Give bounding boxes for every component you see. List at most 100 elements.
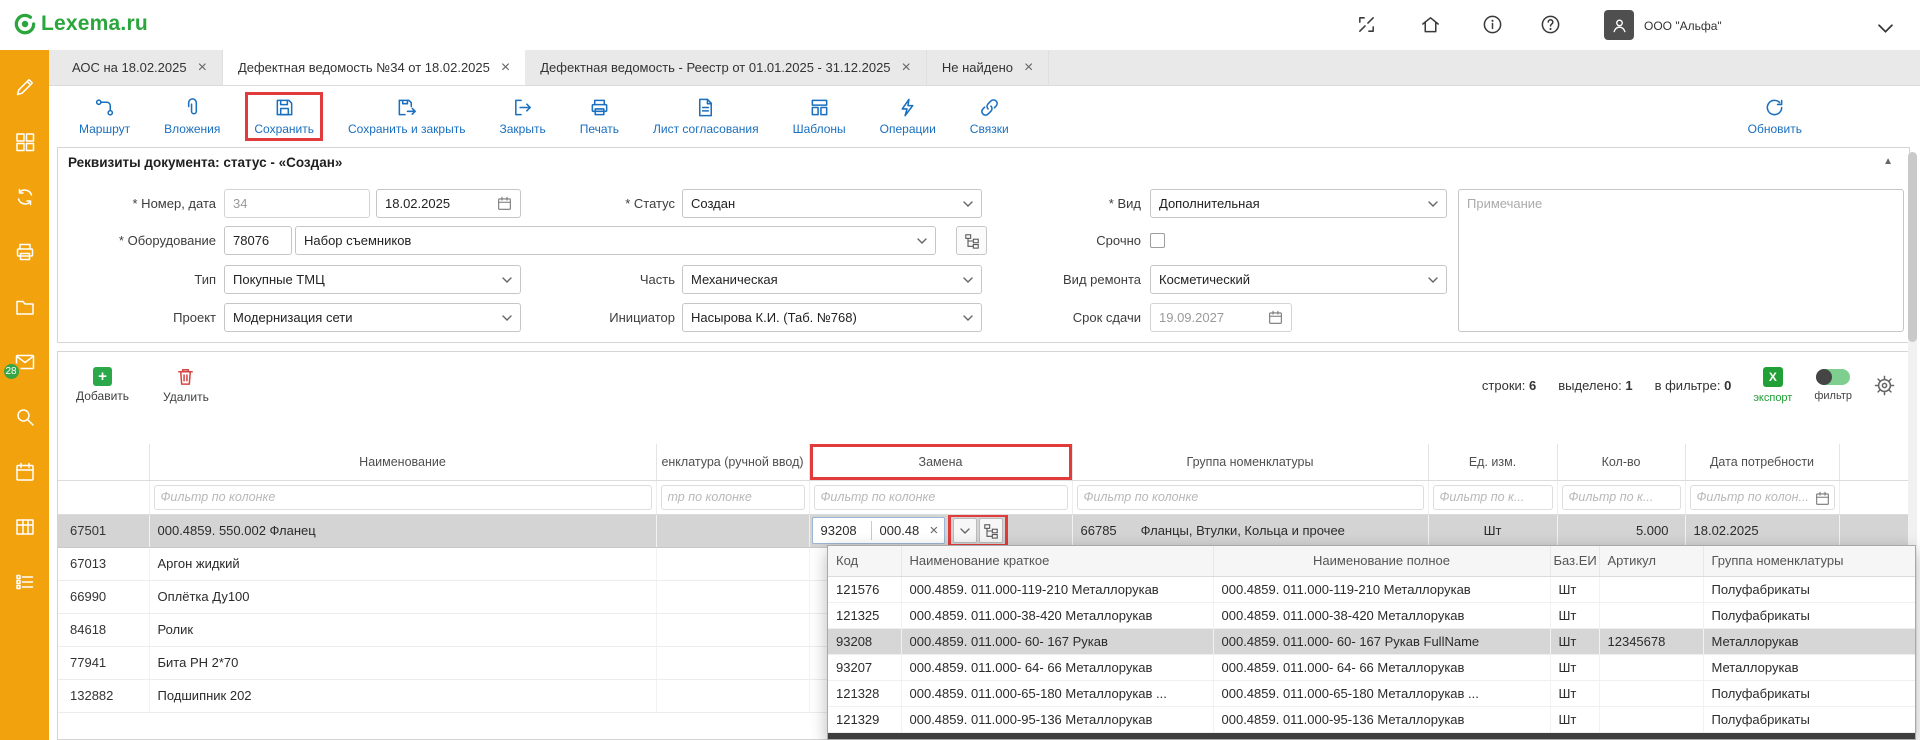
repair-kind-select[interactable]: Косметический — [1150, 265, 1447, 294]
popup-cell-article[interactable] — [1599, 654, 1703, 680]
tab-close-icon[interactable]: × — [1024, 60, 1033, 76]
column-header-unit[interactable]: Ед. изм. — [1428, 444, 1557, 480]
cell-unit[interactable]: Шт — [1428, 514, 1557, 547]
filter-toggle[interactable] — [1816, 369, 1850, 385]
kind-select[interactable]: Дополнительная — [1150, 189, 1447, 218]
home-icon[interactable] — [1420, 14, 1441, 38]
popup-row-selected[interactable]: 93208 000.4859. 011.000- 60- 167 Рукав 0… — [828, 628, 1916, 654]
popup-cell-code[interactable]: 121329 — [828, 706, 901, 732]
deadline-input[interactable]: 19.09.2027 — [1150, 303, 1292, 332]
part-select[interactable]: Механическая — [682, 265, 982, 294]
scrollbar-thumb[interactable] — [1908, 152, 1917, 342]
editor-code-input[interactable]: 93208 — [813, 523, 871, 538]
templates-button[interactable]: Шаблоны — [793, 97, 846, 136]
popup-cell-code[interactable]: 93208 — [828, 628, 901, 654]
number-input[interactable] — [224, 189, 370, 218]
date-input[interactable]: 18.02.2025 — [376, 189, 521, 218]
cell-id[interactable]: 132882 — [58, 679, 149, 712]
urgent-checkbox[interactable] — [1150, 233, 1165, 248]
popup-cell-article[interactable] — [1599, 576, 1703, 602]
note-textarea[interactable] — [1458, 189, 1904, 332]
popup-cell-short-name[interactable]: 000.4859. 011.000- 60- 167 Рукав — [901, 628, 1213, 654]
popup-cell-group[interactable]: Металлорукав — [1703, 654, 1916, 680]
cell-id[interactable]: 66990 — [58, 580, 149, 613]
column-header-nomenclature-manual[interactable]: енклатура (ручной ввод) — [656, 444, 809, 480]
cell-nomenclature[interactable] — [656, 679, 809, 712]
sidebar-item-calendar[interactable] — [14, 461, 36, 483]
approval-sheet-button[interactable]: Лист согласования — [653, 97, 759, 136]
tab-close-icon[interactable]: × — [198, 60, 207, 76]
popup-cell-group[interactable]: Полуфабрикаты — [1703, 680, 1916, 706]
column-header-id[interactable] — [58, 444, 149, 480]
cell-name[interactable]: Подшипник 202 — [149, 679, 656, 712]
cell-nomenclature[interactable] — [656, 580, 809, 613]
cell-id[interactable]: 67013 — [58, 547, 149, 580]
cell-qty[interactable]: 5.000 — [1557, 514, 1685, 547]
popup-column-code[interactable]: Код — [828, 546, 901, 576]
sidebar-item-modules[interactable] — [14, 131, 36, 153]
save-button[interactable]: Сохранить — [254, 97, 314, 136]
popup-cell-group[interactable]: Полуфабрикаты — [1703, 602, 1916, 628]
export-button[interactable]: Xэкспорт — [1753, 367, 1792, 404]
popup-cell-base-unit[interactable]: Шт — [1550, 602, 1599, 628]
filter-input-replacement[interactable] — [814, 485, 1068, 510]
info-icon[interactable] — [1482, 14, 1503, 38]
cell-name[interactable]: Ролик — [149, 613, 656, 646]
route-button[interactable]: Маршрут — [79, 97, 130, 136]
add-row-button[interactable]: +Добавить — [76, 367, 129, 403]
popup-cell-code[interactable]: 121576 — [828, 576, 901, 602]
popup-column-short-name[interactable]: Наименование краткое — [901, 546, 1213, 576]
type-select[interactable]: Покупные ТМЦ — [224, 265, 521, 294]
popup-column-base-unit[interactable]: Баз.ЕИ — [1550, 546, 1599, 576]
filter-input-unit[interactable] — [1433, 485, 1553, 510]
status-select[interactable]: Создан — [682, 189, 982, 218]
column-header-need-date[interactable]: Дата потребности — [1685, 444, 1839, 480]
popup-cell-code[interactable]: 121328 — [828, 680, 901, 706]
tab-close-icon[interactable]: × — [902, 60, 911, 76]
sidebar-item-folder[interactable] — [14, 296, 36, 318]
delete-row-button[interactable]: Удалить — [163, 366, 209, 404]
cell-name[interactable]: Аргон жидкий — [149, 547, 656, 580]
calendar-icon[interactable] — [1815, 491, 1830, 506]
popup-cell-group[interactable]: Полуфабрикаты — [1703, 576, 1916, 602]
filter-input-qty[interactable] — [1562, 485, 1681, 510]
cell-nomenclature[interactable] — [656, 646, 809, 679]
popup-cell-article[interactable] — [1599, 602, 1703, 628]
cell-id[interactable]: 67501 — [58, 514, 149, 547]
popup-row[interactable]: 121325 000.4859. 011.000-38-420 Металлор… — [828, 602, 1916, 628]
popup-cell-full-name[interactable]: 000.4859. 011.000- 64- 66 Металлорукав — [1213, 654, 1550, 680]
cell-id[interactable]: 84618 — [58, 613, 149, 646]
popup-cell-base-unit[interactable]: Шт — [1550, 628, 1599, 654]
settings-gear-icon[interactable] — [1874, 375, 1895, 396]
cell-name[interactable]: 000.4859. 550.002 Фланец — [149, 514, 656, 547]
cell-nomenclature[interactable] — [656, 613, 809, 646]
popup-cell-full-name[interactable]: 000.4859. 011.000-65-180 Металлорукав ..… — [1213, 680, 1550, 706]
popup-cell-article[interactable]: 12345678 — [1599, 628, 1703, 654]
popup-row[interactable]: 93207 000.4859. 011.000- 64- 66 Металлор… — [828, 654, 1916, 680]
popup-cell-code[interactable]: 121325 — [828, 602, 901, 628]
tab-aos[interactable]: АОС на 18.02.2025× — [57, 50, 223, 85]
popup-column-article[interactable]: Артикул — [1599, 546, 1703, 576]
operations-button[interactable]: Операции — [880, 97, 936, 136]
table-row[interactable]: 67501 000.4859. 550.002 Фланец 93208 000… — [58, 514, 1910, 547]
popup-cell-short-name[interactable]: 000.4859. 011.000-38-420 Металлорукав — [901, 602, 1213, 628]
filter-input-group[interactable] — [1077, 485, 1424, 510]
popup-cell-full-name[interactable]: 000.4859. 011.000-95-136 Металлорукав — [1213, 706, 1550, 732]
column-header-name[interactable]: Наименование — [149, 444, 656, 480]
filter-input-nomenclature[interactable] — [661, 485, 805, 510]
popup-cell-base-unit[interactable]: Шт — [1550, 576, 1599, 602]
tab-not-found[interactable]: Не найдено× — [927, 50, 1049, 85]
column-header-group[interactable]: Группа номенклатуры — [1072, 444, 1428, 480]
close-button[interactable]: Закрыть — [499, 97, 545, 136]
lexema-logo[interactable]: Lexema.ru — [12, 11, 148, 37]
collapse-icon[interactable]: ▲ — [1883, 156, 1893, 167]
popup-cell-base-unit[interactable]: Шт — [1550, 654, 1599, 680]
tab-defect-doc[interactable]: Дефектная ведомость №34 от 18.02.2025× — [223, 50, 525, 85]
editor-text-input[interactable]: 000.48 — [872, 523, 928, 538]
popup-cell-short-name[interactable]: 000.4859. 011.000- 64- 66 Металлорукав — [901, 654, 1213, 680]
cell-nomenclature[interactable] — [656, 547, 809, 580]
popup-cell-short-name[interactable]: 000.4859. 011.000-119-210 Металлорукав — [901, 576, 1213, 602]
cell-name[interactable]: Бита PH 2*70 — [149, 646, 656, 679]
equipment-code-input[interactable] — [224, 226, 292, 255]
refresh-button[interactable]: Обновить — [1748, 97, 1802, 136]
